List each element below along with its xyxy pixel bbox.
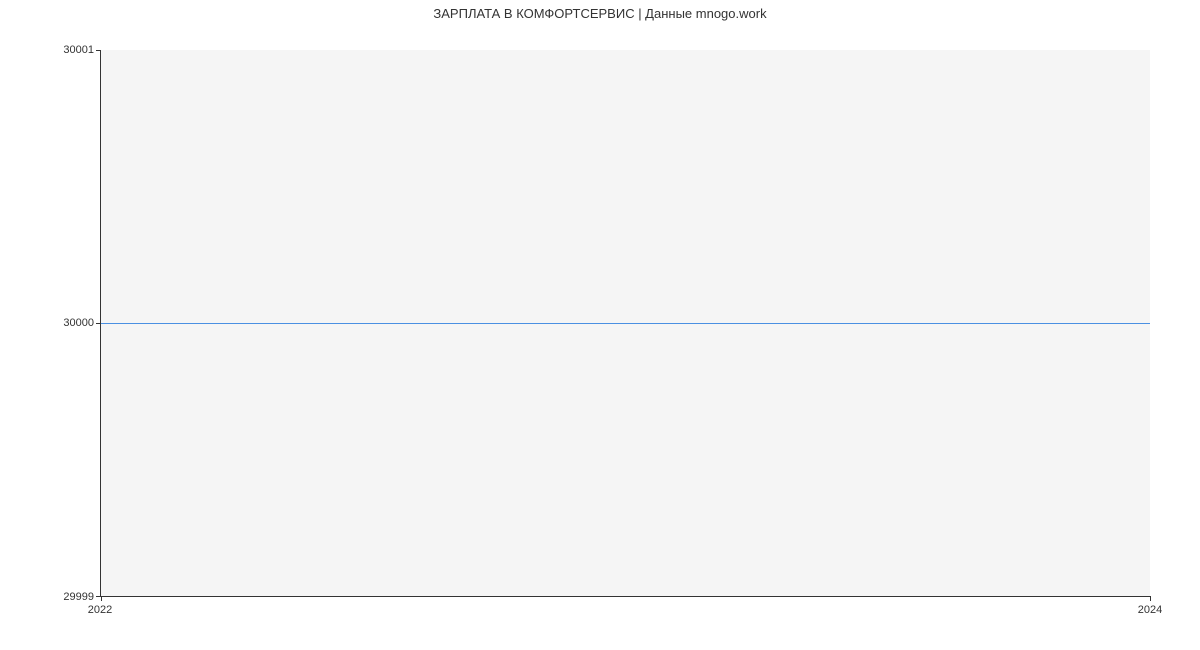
y-axis-label: 30000 bbox=[63, 317, 94, 329]
x-axis-label: 2022 bbox=[88, 604, 112, 616]
y-axis-label: 29999 bbox=[63, 591, 94, 603]
plot-area bbox=[100, 50, 1150, 597]
x-tick bbox=[101, 596, 102, 601]
x-axis-label: 2024 bbox=[1138, 604, 1162, 616]
data-line bbox=[101, 323, 1150, 324]
x-tick bbox=[1150, 596, 1151, 601]
y-axis-label: 30001 bbox=[63, 44, 94, 56]
y-tick bbox=[96, 50, 101, 51]
chart-title: ЗАРПЛАТА В КОМФОРТСЕРВИС | Данные mnogo.… bbox=[0, 6, 1200, 21]
